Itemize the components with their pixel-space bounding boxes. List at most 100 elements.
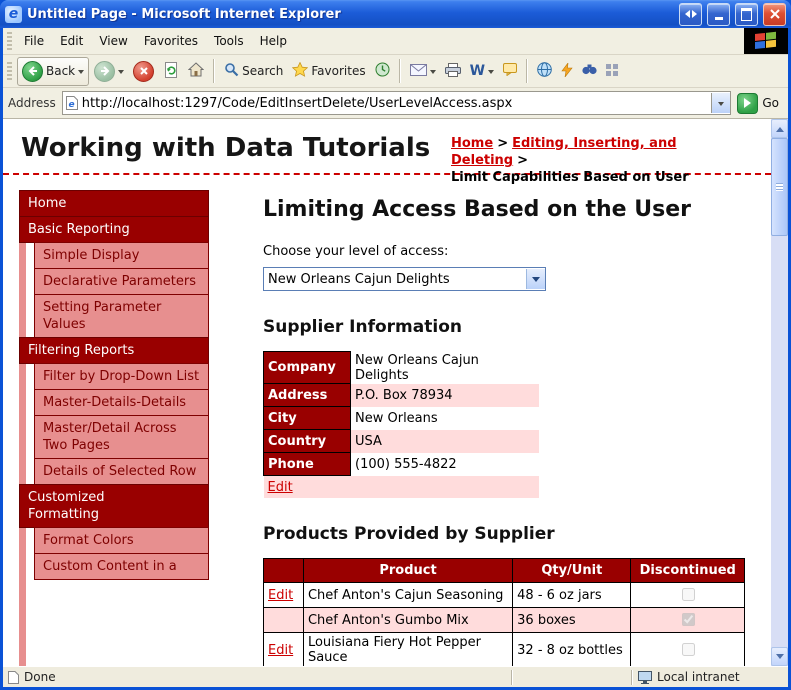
svg-text:e: e [68, 100, 74, 110]
window-arrows-button[interactable] [679, 2, 702, 26]
refresh-icon [163, 61, 179, 81]
title-bar[interactable]: e Untitled Page - Microsoft Internet Exp… [0, 0, 791, 28]
menu-file[interactable]: File [16, 30, 52, 52]
supplier-field-label: Company [263, 351, 351, 384]
supplier-field-value: P.O. Box 78934 [350, 383, 539, 407]
table-row: Chef Anton's Gumbo Mix 36 boxes [263, 607, 745, 633]
messenger-button[interactable] [557, 60, 577, 83]
vertical-scrollbar[interactable] [771, 119, 788, 666]
history-icon [375, 62, 390, 80]
product-qty: 36 boxes [512, 607, 632, 633]
toolbar-separator [213, 59, 216, 83]
forward-dropdown-icon[interactable] [118, 69, 125, 77]
minimize-button[interactable] [707, 2, 730, 26]
sidebar-item-customized-formatting[interactable]: Customized Formatting [19, 484, 209, 528]
sidebar-item-master-detail-two-pages[interactable]: Master/Detail Across Two Pages [34, 415, 209, 459]
mail-button[interactable] [406, 61, 440, 82]
sidebar-item-details-of-selected-row[interactable]: Details of Selected Row [34, 458, 209, 485]
menu-view[interactable]: View [91, 30, 135, 52]
close-button[interactable] [763, 2, 786, 26]
address-url[interactable]: http://localhost:1297/Code/EditInsertDel… [82, 96, 708, 111]
menubar-grip[interactable] [7, 32, 12, 50]
up-arrow-icon [775, 123, 784, 132]
menu-help[interactable]: Help [252, 30, 295, 52]
history-button[interactable] [371, 59, 394, 83]
back-dropdown-icon[interactable] [78, 69, 85, 77]
chevron-down-icon [532, 277, 540, 286]
sidebar-nav: Home Basic Reporting Simple Display Decl… [19, 190, 209, 666]
sidebar-item-simple-display[interactable]: Simple Display [34, 242, 209, 269]
access-level-select[interactable]: New Orleans Cajun Delights [263, 267, 546, 291]
sidebar-item-master-details-details[interactable]: Master-Details-Details [34, 389, 209, 416]
breadcrumb-separator: > [517, 153, 529, 168]
favorites-button[interactable]: Favorites [288, 59, 369, 83]
go-icon [737, 92, 759, 114]
status-middle-pane [513, 667, 631, 687]
forward-button[interactable] [90, 58, 128, 85]
sidebar-item-custom-content[interactable]: Custom Content in a [34, 553, 209, 580]
viewport: Working with Data Tutorials Home > Editing… [3, 119, 788, 666]
toolbar-separator [526, 59, 529, 83]
mail-icon [409, 63, 427, 79]
address-input[interactable]: e http://localhost:1297/Code/EditInsertD… [61, 91, 732, 115]
search-button[interactable]: Search [220, 59, 287, 83]
breadcrumb: Home > Editing, Inserting, and Deleting > L… [451, 135, 751, 186]
access-level-value: New Orleans Cajun Delights [268, 271, 450, 287]
search-icon [224, 62, 239, 80]
grid-button[interactable] [602, 61, 622, 82]
window-title: Untitled Page - Microsoft Internet Explo… [27, 6, 341, 22]
product-edit-cell [263, 607, 304, 633]
menu-tools[interactable]: Tools [206, 30, 252, 52]
select-dropdown-button[interactable] [526, 269, 545, 289]
menu-edit[interactable]: Edit [52, 30, 91, 52]
sidebar-item-declarative-parameters[interactable]: Declarative Parameters [34, 268, 209, 295]
supplier-field-label: Country [263, 429, 351, 453]
supplier-heading: Supplier Information [263, 317, 462, 337]
home-button[interactable] [184, 59, 208, 83]
edit-button[interactable]: W [466, 61, 498, 81]
refresh-button[interactable] [159, 59, 183, 84]
scroll-down-button[interactable] [771, 647, 788, 666]
discontinued-checkbox [681, 613, 695, 626]
table-row: Company New Orleans Cajun Delights [263, 351, 540, 384]
sidebar-item-filtering-reports[interactable]: Filtering Reports [19, 337, 209, 364]
product-edit-link[interactable]: Edit [268, 643, 293, 658]
print-button[interactable] [441, 60, 465, 83]
menu-favorites[interactable]: Favorites [136, 30, 206, 52]
binoculars-button[interactable] [578, 61, 601, 81]
stop-icon [133, 60, 155, 82]
column-header-discontinued: Discontinued [630, 558, 745, 583]
sidebar-item-home[interactable]: Home [19, 190, 209, 217]
product-edit-link[interactable]: Edit [268, 588, 293, 603]
breadcrumb-home-link[interactable]: Home [451, 136, 493, 151]
home-icon [187, 62, 205, 80]
stop-button[interactable] [129, 58, 158, 85]
address-dropdown-button[interactable] [711, 93, 731, 113]
ie-icon: e [5, 5, 22, 23]
menu-bar: File Edit View Favorites Tools Help [3, 28, 788, 55]
supplier-edit-link[interactable]: Edit [268, 480, 293, 495]
sidebar-item-setting-parameter-values[interactable]: Setting Parameter Values [34, 294, 209, 338]
supplier-field-label: City [263, 406, 351, 430]
web-page: Working with Data Tutorials Home > Editing… [3, 119, 771, 666]
globe-icon [537, 62, 552, 80]
discuss-button[interactable] [499, 60, 521, 82]
go-button[interactable]: Go [737, 92, 783, 114]
status-left-pane: Done [3, 670, 511, 684]
sidebar-item-basic-reporting[interactable]: Basic Reporting [19, 216, 209, 243]
column-header-product: Product [302, 558, 514, 583]
toolbar-grip[interactable] [7, 62, 12, 80]
maximize-button[interactable] [735, 2, 758, 26]
scrollbar-thumb[interactable] [771, 138, 788, 236]
sidebar-item-filter-by-dropdown-list[interactable]: Filter by Drop-Down List [34, 363, 209, 390]
back-button[interactable]: Back [17, 56, 90, 86]
favorites-label: Favorites [311, 64, 366, 78]
scrollbar-track[interactable] [771, 138, 788, 647]
page-icon: e [65, 96, 78, 110]
globe-button[interactable] [533, 59, 556, 83]
edit-dropdown-icon[interactable] [488, 69, 495, 77]
scroll-up-button[interactable] [771, 119, 788, 138]
breadcrumb-separator: > [497, 136, 509, 151]
sidebar-item-format-colors[interactable]: Format Colors [34, 527, 209, 554]
mail-dropdown-icon[interactable] [429, 69, 436, 77]
